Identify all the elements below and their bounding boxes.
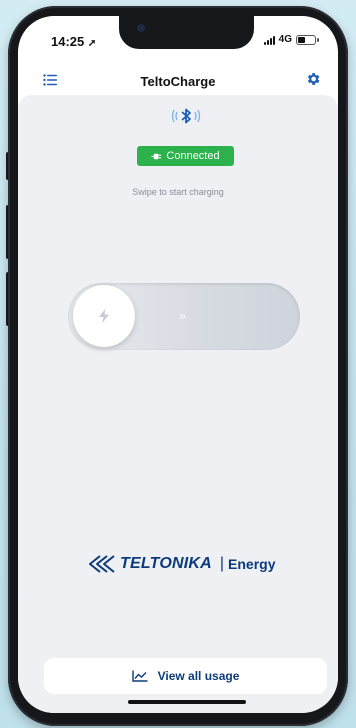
plug-icon xyxy=(151,153,162,159)
network-type: 4G xyxy=(278,34,292,45)
brand-name: TELTONIKA xyxy=(120,555,212,572)
gear-icon[interactable] xyxy=(305,71,321,87)
view-all-usage-label: View all usage xyxy=(157,669,240,683)
brand-separator: | xyxy=(219,555,225,572)
status-time-text: 14:25 xyxy=(51,34,85,49)
battery-icon xyxy=(296,34,319,45)
front-camera xyxy=(137,24,145,32)
phone-frame: 14:25 ➚ 4G TeltoCharge Connected Swipe t… xyxy=(8,6,348,726)
battery-level xyxy=(298,36,306,43)
bluetooth-icon xyxy=(171,108,201,124)
brand-division: Energy xyxy=(228,556,276,572)
signal-icon xyxy=(263,35,275,45)
location-arrow-icon: ➚ xyxy=(87,38,97,49)
brand-logo: TELTONIKA | Energy xyxy=(88,552,288,576)
teltonika-logo-mark xyxy=(89,555,115,573)
chevron-right-icon: ›› xyxy=(179,309,186,323)
swipe-hint: Swipe to start charging xyxy=(132,187,224,197)
status-badge-label: Connected xyxy=(166,150,220,162)
notch xyxy=(119,16,254,49)
status-icons: 4G xyxy=(263,34,319,45)
app-header: TeltoCharge xyxy=(18,68,338,98)
charge-slider[interactable]: ›› xyxy=(68,283,300,350)
line-chart-icon xyxy=(131,670,148,682)
home-indicator xyxy=(128,700,246,704)
view-all-usage-button[interactable]: View all usage xyxy=(44,658,327,694)
status-time: 14:25 ➚ xyxy=(51,34,96,49)
phone-screen: 14:25 ➚ 4G TeltoCharge Connected Swipe t… xyxy=(18,16,338,713)
slider-knob[interactable] xyxy=(73,285,135,347)
page-title: TeltoCharge xyxy=(140,74,216,89)
lightning-icon xyxy=(99,308,109,324)
status-badge: Connected xyxy=(137,146,234,166)
